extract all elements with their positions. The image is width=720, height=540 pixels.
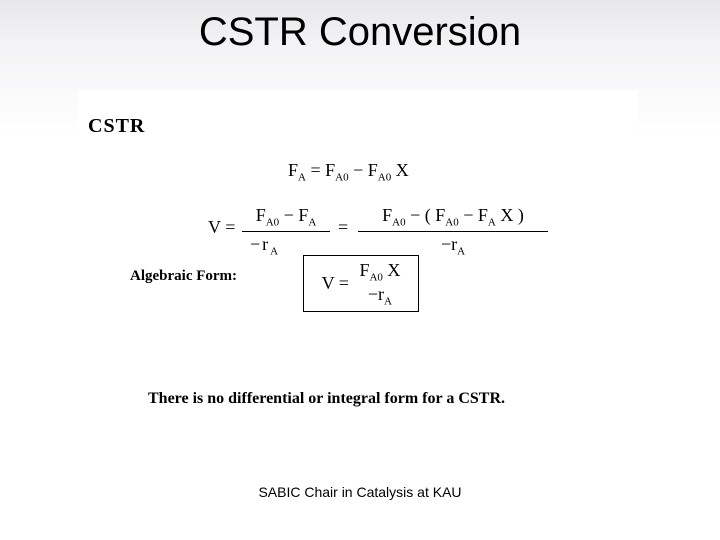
equation-1: FA = FA0 − FA0 X — [288, 160, 409, 184]
eq2-num2b-sub: A0 — [445, 217, 458, 229]
eq2-v: V — [208, 217, 221, 237]
slide: CSTR Conversion CSTR FA = FA0 − FA0 X V … — [0, 0, 720, 540]
eq2-num2a-sub: A0 — [392, 217, 405, 229]
eq2-num2b: F — [435, 205, 445, 225]
eq2-num2c-sub: A — [488, 217, 496, 229]
eq2-den1-sub: A — [270, 245, 280, 257]
algebraic-form-label: Algebraic Form: — [130, 268, 237, 285]
content-area: CSTR FA = FA0 − FA0 X V = FA0 − FA — [78, 90, 638, 420]
boxed-den-sub: A — [384, 295, 392, 307]
boxed-v: V — [322, 273, 335, 293]
eq2-num2-open: − ( — [410, 205, 431, 225]
eq2-mideq: = — [338, 217, 348, 238]
eq2-den2-sub: A — [457, 245, 465, 257]
eq2-fraction-1: FA0 − FA −rA — [242, 205, 330, 257]
eq2-den1: −r — [250, 234, 270, 254]
boxed-equation: V = FA0 X −rA — [303, 255, 419, 312]
boxed-num-x: X — [387, 260, 400, 280]
eq1-minus: − — [353, 160, 368, 180]
eq1-lhs: F — [288, 160, 298, 180]
eq1-lhs-sub: A — [298, 172, 306, 184]
page-title: CSTR Conversion — [0, 10, 720, 55]
section-label: CSTR — [88, 115, 145, 138]
eq1-t1-sub: A0 — [335, 172, 348, 184]
eq2-num1-minus: − — [284, 205, 299, 225]
eq1-eq: = — [310, 160, 325, 180]
boxed-den: −r — [368, 284, 384, 304]
eq2-eq1: = — [225, 217, 235, 237]
eq2-den2: −r — [441, 234, 457, 254]
eq2-num2-minus2: − — [463, 205, 478, 225]
boxed-eq: = — [339, 273, 349, 293]
eq2-num2-close: ) — [518, 205, 524, 225]
eq2-num1a: F — [256, 205, 266, 225]
eq1-t1: F — [325, 160, 335, 180]
eq2-num2c: F — [478, 205, 488, 225]
eq2-num2x: X — [500, 205, 513, 225]
eq1-t2-sub: A0 — [378, 172, 391, 184]
boxed-num-a: F — [359, 260, 369, 280]
boxed-num-a-sub: A0 — [369, 272, 382, 284]
equation-2: V = FA0 − FA −rA = FA0 − ( — [208, 205, 568, 249]
eq2-num1b-sub: A — [308, 217, 316, 229]
eq1-x: X — [396, 160, 409, 180]
note-text: There is no differential or integral for… — [148, 390, 505, 408]
eq1-t2: F — [368, 160, 378, 180]
footer-text: SABIC Chair in Catalysis at KAU — [0, 484, 720, 500]
eq2-num1a-sub: A0 — [266, 217, 279, 229]
eq2-num1b: F — [298, 205, 308, 225]
eq2-lhs: V = — [208, 217, 235, 238]
eq2-num2a: F — [382, 205, 392, 225]
eq2-fraction-2: FA0 − ( FA0 − FA X ) −rA — [358, 205, 548, 257]
